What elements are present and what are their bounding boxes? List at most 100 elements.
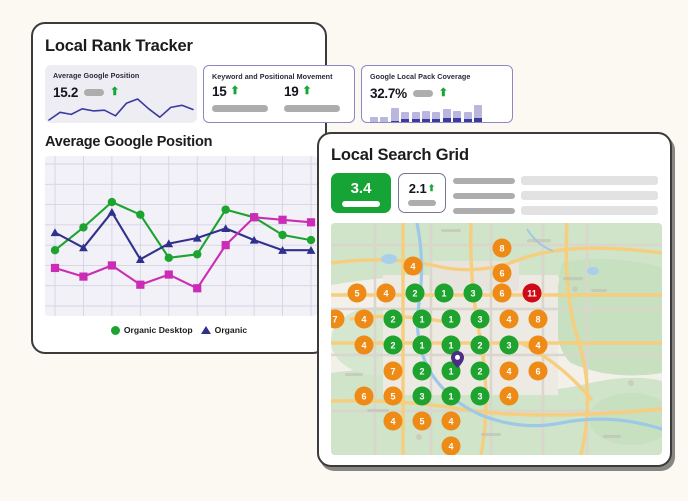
grid-pin[interactable]: 4 — [442, 437, 461, 456]
sparkline-chart — [45, 93, 197, 123]
triangle-marker-icon — [201, 326, 211, 334]
coverage-bar — [464, 112, 472, 123]
screenshot-root: Local Rank Tracker Average Google Positi… — [0, 0, 688, 501]
grid-pin[interactable]: 2 — [471, 336, 490, 355]
grid-pin[interactable]: 2 — [413, 362, 432, 381]
circle-marker-icon — [111, 326, 120, 335]
grid-pin[interactable]: 2 — [384, 310, 403, 329]
grid-pin[interactable]: 4 — [442, 412, 461, 431]
primary-score-value: 3.4 — [351, 180, 372, 197]
chart-legend: Organic Desktop Organic — [45, 325, 313, 335]
coverage-bar — [422, 111, 430, 123]
kpi-google-local-pack-coverage[interactable]: Google Local Pack Coverage 32.7% ⬆ — [361, 65, 513, 123]
arrow-up-icon: ⬆ — [230, 86, 239, 97]
grid-pin[interactable]: 5 — [384, 387, 403, 406]
kpi-value: 15 — [212, 84, 226, 99]
kpi-strip: Average Google Position 15.2 ⬆ Keyword a… — [45, 65, 313, 123]
map-basemap — [331, 223, 662, 455]
grid-pin[interactable]: 6 — [493, 284, 512, 303]
legend-label: Organic — [215, 325, 247, 335]
legend-item-organic[interactable]: Organic — [201, 325, 247, 335]
arrow-up-icon: ⬆ — [428, 184, 436, 193]
grid-pin[interactable]: 2 — [406, 284, 425, 303]
kpi-column-keywords: 15 ⬆ — [212, 84, 270, 112]
local-rank-tracker-card: Local Rank Tracker Average Google Positi… — [31, 22, 327, 354]
coverage-bar — [474, 105, 482, 123]
grid-pin[interactable]: 6 — [529, 362, 548, 381]
progress-bar-list — [453, 173, 658, 215]
placeholder-bar — [408, 200, 436, 206]
grid-pin[interactable]: 1 — [413, 336, 432, 355]
grid-pin[interactable]: 4 — [529, 336, 548, 355]
grid-pin[interactable]: 2 — [471, 362, 490, 381]
placeholder-label — [453, 193, 515, 199]
grid-pin[interactable]: 6 — [355, 387, 374, 406]
average-google-position-chart-block: Average Google Position Organic Desktop … — [45, 134, 313, 335]
score-row: 3.4 2.1 ⬆ — [331, 173, 658, 215]
grid-pin[interactable]: 1 — [413, 310, 432, 329]
progress-track — [521, 191, 658, 200]
grid-pin[interactable]: 1 — [442, 387, 461, 406]
search-grid-map[interactable]: 8645421361174211348421123472124665313445… — [331, 223, 662, 455]
grid-pin[interactable]: 5 — [348, 284, 367, 303]
grid-pin[interactable]: 11 — [523, 284, 542, 303]
progress-bar-row — [453, 206, 658, 215]
coverage-bar — [412, 112, 420, 123]
placeholder-bar — [284, 105, 340, 112]
arrow-up-icon: ⬆ — [439, 88, 448, 99]
kpi-average-google-position[interactable]: Average Google Position 15.2 ⬆ — [45, 65, 197, 123]
kpi-column-positions: 19 ⬆ — [284, 84, 342, 112]
grid-pin[interactable]: 4 — [500, 387, 519, 406]
placeholder-bar — [342, 201, 380, 207]
legend-label: Organic Desktop — [124, 325, 193, 335]
progress-bar-row — [453, 191, 658, 200]
kpi-label: Average Google Position — [53, 71, 189, 80]
grid-pin[interactable]: 4 — [355, 310, 374, 329]
grid-pin[interactable]: 2 — [384, 336, 403, 355]
placeholder-label — [453, 178, 515, 184]
secondary-score-badge[interactable]: 2.1 ⬆ — [398, 173, 446, 213]
grid-pin[interactable]: 4 — [377, 284, 396, 303]
kpi-value: 19 — [284, 84, 298, 99]
grid-pin[interactable]: 4 — [384, 412, 403, 431]
kpi-keyword-positional-movement[interactable]: Keyword and Positional Movement 15 ⬆ 19 … — [203, 65, 355, 123]
arrow-up-icon: ⬆ — [302, 86, 311, 97]
grid-pin[interactable]: 8 — [529, 310, 548, 329]
line-chart-svg — [45, 156, 317, 316]
grid-pin[interactable]: 4 — [404, 257, 423, 276]
grid-pin[interactable]: 1 — [435, 284, 454, 303]
grid-pin[interactable]: 6 — [493, 264, 512, 283]
grid-pin[interactable]: 4 — [500, 310, 519, 329]
grid-pin[interactable]: 1 — [442, 310, 461, 329]
kpi-value-row: 32.7% ⬆ — [370, 86, 504, 101]
kpi-value: 32.7% — [370, 86, 407, 101]
progress-bar-row — [453, 176, 658, 185]
secondary-score-value-row: 2.1 ⬆ — [409, 181, 436, 196]
grid-pin[interactable]: 3 — [471, 387, 490, 406]
grid-pin[interactable]: 8 — [493, 239, 512, 258]
coverage-bar — [401, 112, 409, 123]
kpi-label: Google Local Pack Coverage — [370, 72, 504, 81]
grid-pin[interactable]: 5 — [413, 412, 432, 431]
grid-pin[interactable]: 4 — [500, 362, 519, 381]
page-title: Local Rank Tracker — [45, 37, 313, 56]
secondary-score-value: 2.1 — [409, 181, 427, 196]
placeholder-bar — [212, 105, 268, 112]
grid-pin[interactable]: 3 — [464, 284, 483, 303]
coverage-bar — [443, 109, 451, 123]
chart-plot-area — [45, 156, 317, 316]
coverage-bar — [453, 111, 461, 123]
coverage-bar — [391, 108, 399, 123]
legend-item-organic-desktop[interactable]: Organic Desktop — [111, 325, 193, 335]
progress-track — [521, 206, 658, 215]
coverage-bar — [380, 117, 388, 123]
grid-pin[interactable]: 4 — [355, 336, 374, 355]
grid-pin[interactable]: 3 — [471, 310, 490, 329]
grid-pin[interactable]: 3 — [500, 336, 519, 355]
grid-pin[interactable]: 7 — [384, 362, 403, 381]
coverage-bar — [370, 117, 378, 123]
placeholder-pill — [413, 90, 433, 97]
placeholder-label — [453, 208, 515, 214]
grid-pin[interactable]: 3 — [413, 387, 432, 406]
primary-score-badge[interactable]: 3.4 — [331, 173, 391, 213]
